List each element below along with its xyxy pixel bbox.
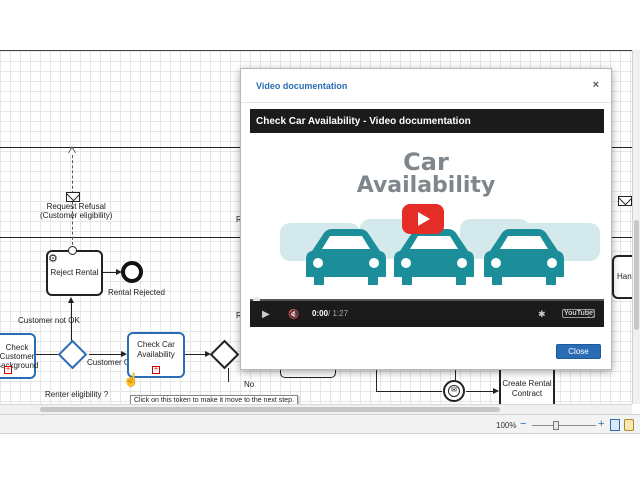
video-player[interactable]: Check Car Availability - Video documenta… <box>250 109 604 327</box>
sequence-flow <box>185 354 207 355</box>
horizontal-scrollbar-thumb[interactable] <box>40 407 500 412</box>
message-icon: ✉ <box>448 385 460 397</box>
status-bar: 100% − + <box>0 414 640 434</box>
play-icon[interactable]: ▶ <box>262 309 270 320</box>
video-graphic-text: Car <box>403 148 449 176</box>
message-envelope-icon <box>618 196 632 206</box>
task-bottom-edge <box>280 370 336 378</box>
zoom-out-icon[interactable]: − <box>520 418 526 430</box>
zoom-slider-handle[interactable] <box>553 421 559 430</box>
rental-rejected-end-event[interactable] <box>121 261 143 283</box>
play-icon <box>418 212 430 226</box>
sequence-flow <box>376 391 442 392</box>
sequence-flow <box>228 368 229 382</box>
zoom-in-icon[interactable]: + <box>598 418 604 430</box>
message-flow-arrowhead-inner <box>69 148 75 153</box>
video-time-current: 0:00 <box>312 309 329 318</box>
no-label: No <box>244 380 255 389</box>
video-graphic-text: Availability <box>356 173 496 198</box>
vertical-scrollbar-thumb[interactable] <box>634 220 639 330</box>
video-title: Check Car Availability - Video documenta… <box>256 116 471 127</box>
subprocess-marker-icon: + <box>152 366 160 374</box>
rental-rejected-label: Rental Rejected <box>108 288 165 297</box>
sequence-flow-arrow <box>68 297 74 303</box>
horizontal-scrollbar[interactable] <box>0 404 632 414</box>
message-envelope-icon <box>66 192 80 202</box>
settings-icon[interactable] <box>624 419 634 431</box>
renter-eligibility-label: Renter eligibility ? <box>45 390 109 399</box>
app-window: Request Refusal (Customer eligibility) R… <box>0 0 640 480</box>
subprocess-marker-icon: + <box>4 366 12 374</box>
video-control-bar: ▶ 🔇 0:00 / 1:27 ✱ YouTube ⛶ <box>250 301 604 327</box>
sequence-flow <box>455 370 456 380</box>
request-refusal-label: Request Refusal (Customer eligibility) <box>40 202 113 220</box>
video-time-total: / 1:27 <box>328 309 349 318</box>
sequence-flow <box>89 354 123 355</box>
zoom-level: 100% <box>496 421 517 430</box>
video-documentation-modal: Video documentation × Check Car Availabi… <box>240 68 612 370</box>
modal-title: Video documentation <box>256 81 348 91</box>
create-rental-contract-label: Create Rental Contract <box>502 379 552 398</box>
close-icon[interactable]: × <box>593 79 599 91</box>
settings-gear-icon[interactable]: ✱ <box>538 309 546 320</box>
zoom-slider-track[interactable] <box>532 425 596 426</box>
boundary-event-circle[interactable] <box>68 246 77 255</box>
customer-not-ok-label: Customer not OK <box>18 316 80 325</box>
sequence-flow <box>376 370 377 392</box>
check-car-availability-label: Check Car Availability <box>137 340 175 359</box>
page-icon[interactable] <box>610 419 620 431</box>
youtube-play-button[interactable] <box>402 204 444 234</box>
intermediate-message-event[interactable]: ✉ <box>443 380 465 402</box>
gear-icon: ⚙ <box>48 253 58 265</box>
volume-icon[interactable]: 🔇 <box>288 309 299 320</box>
video-title-bar: Check Car Availability - Video documenta… <box>250 109 604 133</box>
close-button[interactable]: Close <box>556 344 601 359</box>
reject-rental-label: Reject Rental <box>50 268 99 277</box>
sequence-flow <box>466 391 496 392</box>
fullscreen-icon[interactable]: ⛶ <box>588 309 594 320</box>
vertical-scrollbar[interactable] <box>632 50 640 404</box>
modal-header: Video documentation × <box>241 69 611 103</box>
hand-pointer-icon[interactable]: ☝ <box>123 372 139 388</box>
